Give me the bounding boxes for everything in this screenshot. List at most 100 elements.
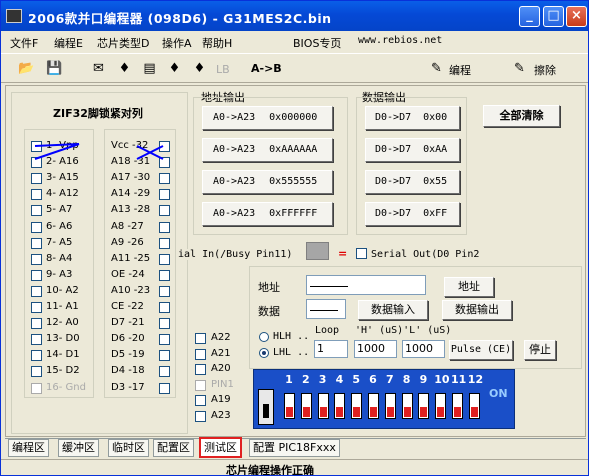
read-chip-icon[interactable]: ♦ — [116, 60, 133, 77]
data-out-button[interactable]: D0->D7 0xFF — [365, 202, 460, 226]
zif-left-pin-checkbox[interactable] — [31, 221, 42, 233]
erase-button[interactable]: 擦除 — [534, 62, 556, 78]
zif-left-pin-checkbox[interactable] — [31, 334, 42, 346]
address-input[interactable] — [306, 275, 426, 295]
dip-switch[interactable] — [435, 393, 447, 419]
addr-out-button[interactable]: A0->A23 0x555555 — [202, 170, 333, 194]
h-time-input[interactable]: 1000 — [354, 340, 397, 358]
menu-operation[interactable]: 操作A — [162, 35, 192, 51]
save-icon[interactable]: 💾 — [46, 60, 63, 77]
menu-file[interactable]: 文件F — [10, 35, 38, 51]
dip-switch[interactable] — [418, 393, 430, 419]
dip-switch[interactable] — [284, 393, 295, 419]
zif-right-pin-checkbox[interactable] — [159, 253, 170, 265]
extra-pin-checkbox[interactable] — [195, 379, 206, 391]
addr-out-button[interactable]: A0->A23 0x000000 — [202, 106, 333, 130]
serial-out-checkbox[interactable] — [356, 248, 367, 259]
verify-icon[interactable]: ♦ — [166, 60, 183, 77]
dip-switch[interactable] — [452, 393, 463, 419]
zif-left-pin-checkbox[interactable] — [31, 382, 42, 394]
pulse-ce-button[interactable]: Pulse (CE) — [449, 340, 513, 360]
zif-right-pin-checkbox[interactable] — [159, 382, 170, 394]
extra-pin-checkbox[interactable] — [195, 364, 206, 376]
pin-arrows — [34, 143, 164, 160]
menu-help[interactable]: 帮助H — [202, 35, 232, 51]
tab-buffer-area[interactable]: 缓冲区 — [58, 439, 99, 457]
chip-icon[interactable]: ✉ — [90, 60, 107, 77]
zif-left-pin-checkbox[interactable] — [31, 269, 42, 281]
data-out-button[interactable]: 数据输出 — [442, 300, 512, 320]
blank-check-icon[interactable]: ▤ — [141, 60, 158, 77]
a-to-b-button[interactable]: A->B — [251, 62, 282, 75]
extra-pin-checkbox[interactable] — [195, 395, 206, 407]
l-time-input[interactable]: 1000 — [402, 340, 445, 358]
dip-switch[interactable] — [468, 393, 480, 419]
tab-config-pic[interactable]: 配置 PIC18Fxxx — [249, 439, 340, 457]
zif-left-pin-checkbox[interactable] — [31, 318, 42, 330]
maximize-button[interactable]: □ — [543, 6, 564, 27]
erase-icon[interactable]: ✎ — [511, 60, 528, 77]
menu-program[interactable]: 编程E — [54, 35, 83, 51]
zif-left-pin-checkbox[interactable] — [31, 173, 42, 185]
zif-right-pin-checkbox[interactable] — [159, 334, 170, 346]
extra-pin-checkbox[interactable] — [195, 333, 206, 344]
zif-left-pin-checkbox[interactable] — [31, 285, 42, 297]
clear-all-button[interactable]: 全部清除 — [483, 105, 560, 127]
zif-left-pin-checkbox[interactable] — [31, 189, 42, 201]
compare-icon[interactable]: ♦ — [191, 60, 208, 77]
menu-website[interactable]: www.rebios.net — [358, 35, 442, 46]
address-button[interactable]: 地址 — [444, 277, 494, 297]
zif-right-pin-checkbox[interactable] — [159, 302, 170, 313]
zif-right-pin-checkbox[interactable] — [159, 366, 170, 378]
loop-input[interactable]: 1 — [314, 340, 348, 358]
menu-chip-type[interactable]: 芯片类型D — [97, 35, 149, 51]
dip-number: 2 — [301, 373, 310, 386]
close-button[interactable]: × — [566, 6, 587, 27]
dip-switch[interactable] — [351, 393, 363, 419]
lb-label[interactable]: LB — [216, 63, 230, 76]
zif-right-pin-checkbox[interactable] — [159, 269, 170, 281]
zif-left-pin-checkbox[interactable] — [31, 366, 42, 378]
zif-left-pin-checkbox[interactable] — [31, 205, 42, 217]
zif-left-pin-checkbox[interactable] — [31, 237, 42, 249]
menu-bios-page[interactable]: BIOS专页 — [293, 35, 341, 51]
extra-pin-checkbox[interactable] — [195, 348, 206, 360]
dip-switch[interactable] — [300, 393, 312, 419]
zif-right-pin-checkbox[interactable] — [159, 189, 170, 201]
tab-temp-area[interactable]: 临时区 — [108, 439, 149, 457]
dip-switch[interactable] — [368, 393, 379, 419]
zif-right-pin-checkbox[interactable] — [159, 350, 170, 362]
data-out-button[interactable]: D0->D7 0x55 — [365, 170, 460, 194]
open-folder-icon[interactable]: 📂 — [18, 60, 35, 77]
zif-right-pin-checkbox[interactable] — [159, 173, 170, 185]
zif-right-pin-checkbox[interactable] — [159, 318, 170, 330]
data-input[interactable] — [306, 299, 346, 319]
zif-right-pin-checkbox[interactable] — [159, 285, 170, 297]
dip-switch[interactable] — [334, 393, 346, 419]
program-button[interactable]: 编程 — [449, 62, 471, 78]
dip-switch[interactable] — [401, 393, 413, 419]
lhl-radio[interactable] — [259, 348, 269, 358]
data-out-button[interactable]: D0->D7 0x00 — [365, 106, 460, 130]
addr-out-button[interactable]: A0->A23 0xFFFFFF — [202, 202, 333, 226]
tab-program-area[interactable]: 编程区 — [8, 439, 49, 457]
dip-switch[interactable] — [384, 393, 396, 419]
minimize-button[interactable]: _ — [519, 6, 540, 27]
addr-out-button[interactable]: A0->A23 0xAAAAAA — [202, 138, 333, 162]
zif-left-pin-checkbox[interactable] — [31, 253, 42, 265]
tab-config-area[interactable]: 配置区 — [153, 439, 194, 457]
zif-right-pin-checkbox[interactable] — [159, 221, 170, 233]
extra-pin-checkbox[interactable] — [195, 411, 206, 422]
tab-test-area[interactable]: 测试区 — [199, 437, 242, 458]
zif-right-pin-checkbox[interactable] — [159, 205, 170, 217]
hlh-radio[interactable] — [259, 332, 269, 342]
program-icon[interactable]: ✎ — [428, 60, 445, 77]
zif-left-pin-checkbox[interactable] — [31, 350, 42, 362]
zif-right-pin-checkbox[interactable] — [159, 237, 170, 249]
data-in-button[interactable]: 数据输入 — [358, 300, 428, 320]
data-out-button[interactable]: D0->D7 0xAA — [365, 138, 460, 162]
stop-button[interactable]: 停止 — [524, 340, 556, 360]
zif-left-pin-checkbox[interactable] — [31, 302, 42, 313]
dip-switch[interactable] — [317, 393, 329, 419]
dip-slider[interactable] — [258, 389, 274, 425]
